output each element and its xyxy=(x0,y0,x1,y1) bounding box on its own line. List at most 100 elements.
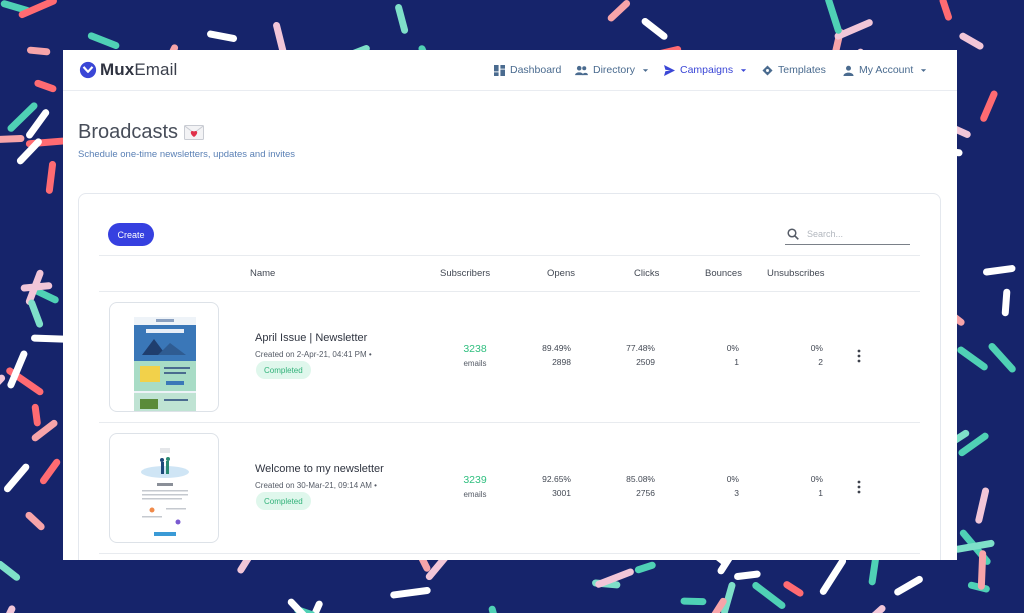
search-input[interactable] xyxy=(807,229,902,239)
created-date: Created on 30-Mar-21, 09:14 AM • xyxy=(255,481,377,490)
confetti-sprinkle xyxy=(20,282,53,292)
divider xyxy=(99,255,920,256)
love-letter-icon xyxy=(184,125,205,140)
more-options-icon[interactable] xyxy=(856,349,862,363)
subscribers-cell: 3238 emails xyxy=(455,343,495,368)
nav-campaigns[interactable]: Campaigns xyxy=(664,64,747,76)
column-header-bounces[interactable]: Bounces xyxy=(705,268,742,279)
subscribers-count: 3238 xyxy=(463,343,487,355)
subscribers-count: 3239 xyxy=(463,474,487,486)
top-navbar: MuxEmail Dashboard Directory Campaigns T… xyxy=(63,50,957,91)
column-header-name[interactable]: Name xyxy=(250,268,275,279)
confetti-sprinkle xyxy=(977,550,987,590)
clicks-count: 2756 xyxy=(636,488,655,498)
clicks-percent: 85.08% xyxy=(626,474,655,484)
bounces-cell: 0% 3 xyxy=(679,472,739,500)
opens-count: 3001 xyxy=(552,488,571,498)
bounces-percent: 0% xyxy=(726,474,739,484)
confetti-sprinkle xyxy=(819,557,847,595)
confetti-sprinkle xyxy=(825,0,842,34)
unsubscribes-count: 2 xyxy=(818,357,823,367)
search-box[interactable] xyxy=(785,224,910,245)
confetti-sprinkle xyxy=(6,605,16,613)
page-title: Broadcasts xyxy=(78,121,205,144)
bounces-count: 3 xyxy=(734,488,739,498)
confetti-sprinkle xyxy=(894,575,923,596)
logo[interactable]: MuxEmail xyxy=(79,60,177,80)
chevron-down-icon xyxy=(642,68,649,72)
bounces-percent: 0% xyxy=(726,343,739,353)
column-header-clicks[interactable]: Clicks xyxy=(634,268,659,279)
subscribers-label: emails xyxy=(463,359,487,368)
broadcast-name[interactable]: Welcome to my newsletter xyxy=(255,463,384,475)
confetti-sprinkle xyxy=(680,597,707,606)
chevron-down-icon xyxy=(921,68,927,72)
confetti-sprinkle xyxy=(641,17,668,40)
search-icon xyxy=(787,228,799,240)
nav-my-account[interactable]: My Account xyxy=(843,64,927,76)
newsletter-preview-image xyxy=(134,317,196,411)
confetti-sprinkle xyxy=(87,32,120,50)
confetti-sprinkle xyxy=(721,581,736,613)
opens-cell: 89.49% 2898 xyxy=(511,341,571,369)
confetti-sprinkle xyxy=(988,343,1016,373)
confetti-sprinkle xyxy=(207,30,238,42)
newsletter-preview-image xyxy=(136,444,194,540)
divider xyxy=(99,422,920,423)
app-window: MuxEmail Dashboard Directory Campaigns T… xyxy=(63,50,957,560)
confetti-sprinkle xyxy=(488,605,497,613)
nav-templates-label: Templates xyxy=(778,64,826,76)
status-badge: Completed xyxy=(256,492,311,510)
unsubscribes-cell: 0% 1 xyxy=(763,472,823,500)
confetti-sprinkle xyxy=(957,346,988,371)
newsletter-thumbnail[interactable] xyxy=(109,433,219,543)
confetti-sprinkle xyxy=(0,560,21,581)
confetti-sprinkle xyxy=(31,403,41,427)
brand-name: MuxEmail xyxy=(100,60,178,79)
more-options-icon[interactable] xyxy=(856,480,862,494)
confetti-sprinkle xyxy=(983,265,1016,276)
dashboard-icon xyxy=(494,64,505,76)
bounces-count: 1 xyxy=(734,357,739,367)
column-header-unsubscribes[interactable]: Unsubscribes xyxy=(767,268,825,279)
clicks-cell: 85.08% 2756 xyxy=(595,472,655,500)
muxemail-logo-icon xyxy=(79,61,97,79)
page-title-text: Broadcasts xyxy=(78,121,179,143)
confetti-sprinkle xyxy=(734,570,761,581)
nav-directory[interactable]: Directory xyxy=(575,64,649,76)
status-badge: Completed xyxy=(256,361,311,379)
confetti-sprinkle xyxy=(975,487,990,524)
broadcast-name[interactable]: April Issue | Newsletter xyxy=(255,332,367,344)
confetti-sprinkle xyxy=(25,511,45,531)
confetti-sprinkle xyxy=(7,102,38,132)
opens-percent: 89.49% xyxy=(542,343,571,353)
create-button[interactable]: Create xyxy=(108,223,154,246)
nav-dashboard[interactable]: Dashboard xyxy=(494,64,561,76)
confetti-sprinkle xyxy=(634,561,656,574)
newsletter-thumbnail[interactable] xyxy=(109,302,219,412)
confetti-sprinkle xyxy=(390,586,431,599)
confetti-sprinkle xyxy=(0,374,6,385)
confetti-sprinkle xyxy=(34,79,57,93)
people-icon xyxy=(575,65,588,75)
opens-percent: 92.65% xyxy=(542,474,571,484)
confetti-sprinkle xyxy=(1001,288,1011,317)
divider xyxy=(99,553,920,554)
confetti-sprinkle xyxy=(26,109,50,139)
column-header-opens[interactable]: Opens xyxy=(547,268,575,279)
nav-directory-label: Directory xyxy=(593,64,636,76)
clicks-count: 2509 xyxy=(636,357,655,367)
confetti-sprinkle xyxy=(45,161,57,194)
nav-campaigns-label: Campaigns xyxy=(680,64,734,76)
unsubscribes-count: 1 xyxy=(818,488,823,498)
subscribers-label: emails xyxy=(463,490,487,499)
confetti-sprinkle xyxy=(607,0,631,22)
confetti-sprinkle xyxy=(0,134,25,143)
divider xyxy=(99,291,920,292)
nav-my-account-label: My Account xyxy=(859,64,914,76)
column-header-subscribers[interactable]: Subscribers xyxy=(440,268,490,279)
confetti-sprinkle xyxy=(425,553,449,581)
chevron-down-icon xyxy=(741,68,747,72)
confetti-sprinkle xyxy=(711,597,727,613)
nav-templates[interactable]: Templates xyxy=(762,64,826,76)
